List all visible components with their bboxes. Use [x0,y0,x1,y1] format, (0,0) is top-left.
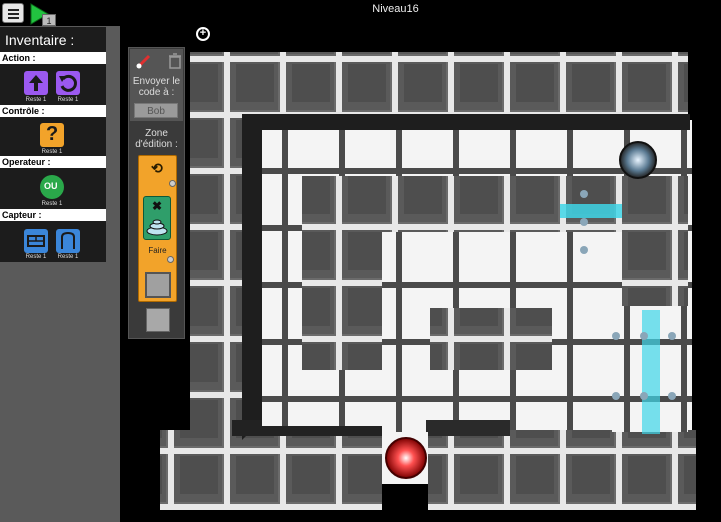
door-icon [61,231,75,249]
remaining-count: Reste 1 [25,97,47,103]
wall-icon [27,235,45,247]
inventory-panel: Inventaire : Action : Reste 1 Reste 1 Co… [0,27,106,262]
move-forward-block[interactable] [24,71,48,95]
turn-left-block[interactable] [56,71,80,95]
maze-floor [382,252,552,308]
arrow-up-icon [29,75,43,91]
maze-floor [262,130,682,176]
remaining-count: Reste 1 [57,254,79,260]
or-icon: OU [44,181,58,191]
maze-floor [262,176,302,372]
agent-select-button[interactable]: Bob [134,103,178,118]
send-code-section: Envoyer le code à : Bob [130,49,183,121]
level-title: Niveau16 [372,3,419,15]
section-action: Action : [0,52,106,64]
edit-panel: Envoyer le code à : Bob Zone d'édition :… [128,47,185,339]
edit-zone-label: Zone d'édition : [135,128,178,150]
close-icon[interactable]: ✖ [152,199,162,213]
rotate-left-icon [59,74,77,92]
maze-wall [190,52,688,114]
door-sensor-block[interactable] [56,229,80,253]
drop-slot-dot[interactable] [169,180,176,187]
condition-slot-block[interactable]: ✖ [143,196,171,240]
or-block[interactable]: OU [40,175,64,199]
door-vertical [642,310,660,434]
send-code-label: Envoyer le code à : [132,76,181,98]
exit-icon [146,219,168,236]
remaining-count: Reste 1 [41,201,63,207]
brush-icon[interactable] [136,53,152,69]
maze-floor [382,310,430,420]
remaining-count: Reste 1 [25,254,47,260]
loop-body-slot[interactable] [145,272,171,298]
maze-floor [552,252,612,412]
section-control: Contrôle : [0,105,106,117]
section-sensor: Capteur : [0,209,106,221]
if-block[interactable]: ? [40,123,64,147]
question-icon: ? [46,123,59,145]
maze-wall [190,52,242,440]
wall-sensor-block[interactable] [24,229,48,253]
inventory-title: Inventaire : [5,32,75,48]
loop-icon: ⟲ [151,160,163,176]
remaining-count: Reste 1 [41,149,63,155]
drop-slot-dot[interactable] [167,256,174,263]
remaining-count: Reste 1 [57,97,79,103]
maze-wall [160,430,382,510]
exit-teleporter [385,437,427,479]
door-horizontal [560,204,622,218]
add-icon[interactable]: + [196,27,210,41]
while-loop-block[interactable]: ⟲ ✖ Faire [138,155,177,302]
script-end-slot[interactable] [146,308,170,332]
maze-floor [262,370,382,426]
trash-icon[interactable] [168,53,182,69]
section-operator: Operateur : [0,156,106,168]
maze-wall [428,430,696,510]
robot-agent[interactable] [619,141,657,179]
speed-badge[interactable]: 1 [42,14,56,26]
maze-wall [622,176,688,306]
do-label: Faire [148,246,167,255]
